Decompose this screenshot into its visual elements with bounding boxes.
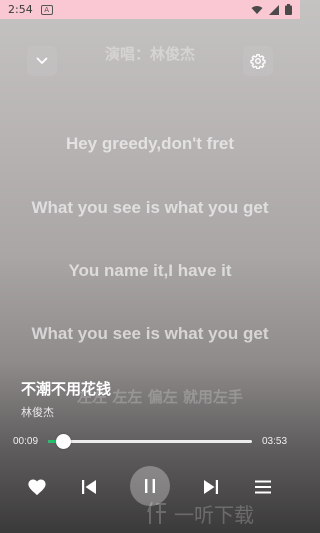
watermark: 一听下载 [146, 497, 296, 529]
lyric-line: Hey greedy,don't fret [65, 134, 235, 153]
current-time: 00:09 [13, 436, 39, 447]
total-time: 03:53 [262, 436, 288, 447]
battery-icon [285, 4, 292, 15]
lyric-line: What you see is what you get [31, 324, 269, 343]
signal-icon [269, 4, 279, 15]
previous-button[interactable] [77, 472, 101, 502]
pause-icon [145, 479, 155, 493]
watermark-text: 一听下载 [174, 502, 254, 527]
skip-previous-icon [82, 480, 96, 494]
watermark-logo-icon [147, 501, 166, 524]
notification-icon: A [40, 4, 53, 15]
song-artist: 林俊杰 [21, 406, 54, 419]
status-bar: 2:54 A [0, 0, 300, 19]
like-button[interactable] [25, 472, 49, 502]
lyric-line: What you see is what you get [31, 198, 269, 217]
settings-button[interactable] [243, 46, 273, 76]
progress-slider[interactable] [48, 434, 252, 449]
gear-icon [250, 54, 266, 69]
heart-icon [28, 479, 46, 496]
status-time: 2:54 [8, 3, 33, 16]
progress-thumb[interactable] [55, 434, 71, 449]
song-title: 不潮不用花钱 [21, 380, 112, 398]
status-icons [251, 4, 292, 15]
lyric-line: You name it,I have it [68, 261, 232, 280]
menu-icon [255, 480, 271, 494]
skip-next-icon [204, 480, 218, 494]
wifi-icon [251, 5, 263, 14]
